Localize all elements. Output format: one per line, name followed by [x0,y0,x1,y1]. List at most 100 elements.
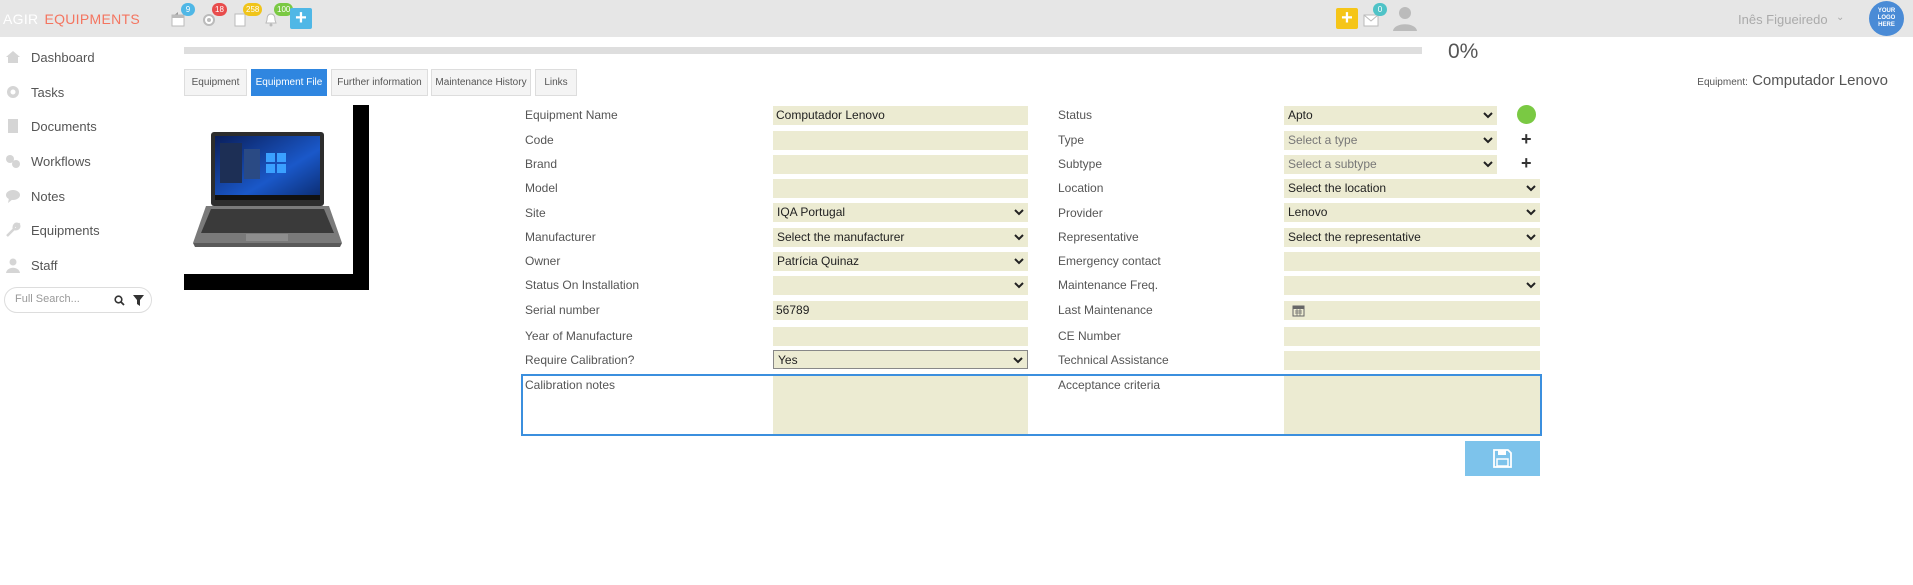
home-icon [6,51,20,63]
equipment-title-value: Computador Lenovo [1752,72,1888,89]
label-last-maintenance: Last Maintenance [1058,303,1153,317]
user-icon [6,258,20,273]
save-icon [1493,449,1512,468]
last-maintenance-input[interactable] [1284,301,1540,320]
subtype-select[interactable]: Select a subtype [1284,155,1497,174]
label-emergency-contact: Emergency contact [1058,254,1161,268]
focused-row-outline [521,374,1542,436]
label-location: Location [1058,181,1104,195]
type-select[interactable]: Select a type [1284,131,1497,150]
sidebar-item-label: Dashboard [31,49,95,65]
chevron-down-icon [1526,282,1536,289]
add-type-button[interactable]: + [1521,129,1532,150]
documents-badge: 258 [243,3,263,16]
wrench-icon [6,222,21,237]
owner-select[interactable]: Patrícia Quinaz [773,252,1028,271]
save-button[interactable] [1465,441,1540,476]
notifications-icon[interactable]: 100 [264,3,294,28]
new-task-button[interactable]: + [1336,8,1358,29]
sidebar-item-staff[interactable]: Staff [5,255,58,275]
site-select-value: IQA Portugal [777,205,846,219]
tab-further-information[interactable]: Further information [331,69,428,96]
label-owner: Owner [525,254,561,268]
documents-icon[interactable]: 258 [233,3,263,28]
chevron-down-icon [1483,161,1493,168]
brand-module: EQUIPMENTS [44,11,141,27]
sidebar-item-notes[interactable]: Notes [5,186,65,206]
location-select-value: Select the location [1288,181,1387,195]
user-avatar-icon[interactable] [1392,4,1418,32]
app-brand[interactable]: AGIR EQUIPMENTS [3,11,140,27]
representative-select[interactable]: Select the representative [1284,228,1540,247]
sidebar-item-tasks[interactable]: Tasks [5,82,64,102]
technical-assistance-input[interactable] [1284,351,1540,370]
serial-number-input[interactable]: 56789 [773,301,1028,320]
sidebar-item-documents[interactable]: Documents [5,116,97,136]
label-provider: Provider [1058,206,1103,220]
calendar-icon[interactable]: 9 [171,3,195,28]
sidebar-item-label: Workflows [31,153,91,169]
messages-icon[interactable]: 0 [1363,3,1387,28]
full-search-box [4,287,152,313]
status-select[interactable]: Apto [1284,106,1497,125]
chevron-down-icon [1014,282,1024,289]
sidebar-item-workflows[interactable]: Workflows [5,151,91,171]
emergency-contact-input[interactable] [1284,252,1540,271]
chevron-down-icon [1483,112,1493,119]
provider-select[interactable]: Lenovo [1284,203,1540,222]
code-input[interactable] [773,131,1028,150]
type-select-value: Select a type [1288,133,1358,147]
brand-input[interactable] [773,155,1028,174]
equipment-photo[interactable] [184,105,369,290]
provider-select-value: Lenovo [1288,205,1328,219]
tab-maintenance-history[interactable]: Maintenance History [431,69,531,96]
calendar-icon[interactable] [1292,304,1305,317]
tab-equipment-file[interactable]: Equipment File [251,69,327,96]
filter-icon[interactable] [133,295,144,306]
maintenance-freq-select[interactable] [1284,276,1540,295]
label-type: Type [1058,133,1085,147]
label-year-of-manufacture: Year of Manufacture [525,329,633,343]
sidebar-item-equipments[interactable]: Equipments [5,220,100,240]
equipment-name-input[interactable]: Computador Lenovo [773,106,1028,125]
site-select[interactable]: IQA Portugal [773,203,1028,222]
progress-label: 0% [1448,40,1479,63]
tab-equipment[interactable]: Equipment [184,69,247,96]
label-require-calibration: Require Calibration? [525,353,635,367]
search-input[interactable] [15,293,110,305]
label-acceptance-criteria: Acceptance criteria [1058,378,1161,392]
tab-links[interactable]: Links [535,69,577,96]
settings-badge: 18 [212,3,227,16]
label-subtype: Subtype [1058,157,1103,171]
label-status: Status [1058,108,1093,122]
completion-progress-bar [184,47,1422,54]
label-brand: Brand [525,157,558,171]
equipment-title: Equipment: Computador Lenovo [1697,72,1888,89]
label-serial-number: Serial number [525,303,600,317]
require-calibration-select[interactable]: Yes [773,350,1028,369]
company-logo: YOUR LOGO HERE [1869,1,1904,36]
document-icon [8,119,18,133]
model-input[interactable] [773,179,1028,198]
chevron-down-icon [1014,258,1024,265]
label-ce-number: CE Number [1058,329,1121,343]
label-status-on-installation: Status On Installation [525,278,640,292]
label-code: Code [525,133,554,147]
ce-number-input[interactable] [1284,327,1540,346]
add-subtype-button[interactable]: + [1521,153,1532,174]
sidebar-item-label: Staff [31,257,58,273]
location-select[interactable]: Select the location [1284,179,1540,198]
settings-icon[interactable]: 18 [202,3,227,28]
label-manufacturer: Manufacturer [525,230,596,244]
label-technical-assistance: Technical Assistance [1058,353,1169,367]
chevron-down-icon[interactable]: ⌄ [1836,12,1844,23]
quick-add-button[interactable]: + [290,8,312,29]
chevron-down-icon [1526,185,1536,192]
status-on-installation-select[interactable] [773,276,1028,295]
sidebar-item-dashboard[interactable]: Dashboard [5,47,95,67]
search-icon[interactable] [114,295,125,306]
year-of-manufacture-input[interactable] [773,327,1028,346]
manufacturer-select[interactable]: Select the manufacturer [773,228,1028,247]
sidebar-item-label: Tasks [31,84,65,100]
user-name[interactable]: Inês Figueiredo [1738,12,1828,27]
